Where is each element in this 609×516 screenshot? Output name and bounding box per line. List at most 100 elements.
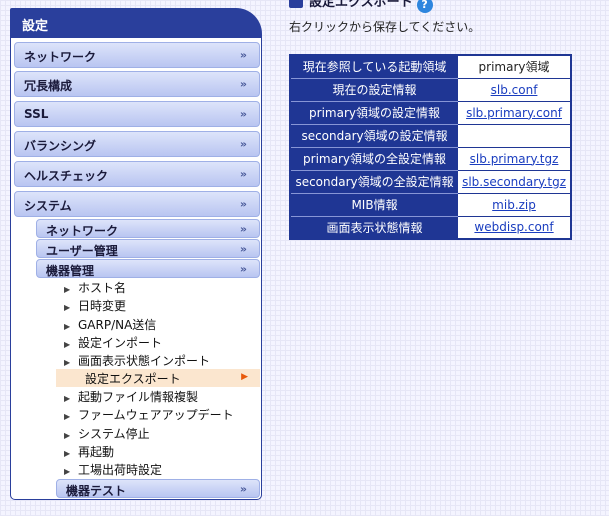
download-link-mib-zip[interactable]: mib.zip — [492, 198, 536, 212]
chevron-down-icon: » — [239, 242, 247, 255]
row-value — [458, 124, 571, 148]
table-row: primary領域の設定情報 slb.primary.conf — [290, 101, 571, 125]
sidebar-item-health-check[interactable]: ヘルスチェック » — [14, 161, 260, 187]
help-icon[interactable]: ? — [416, 0, 433, 13]
triangle-right-icon: ▶ — [64, 303, 71, 312]
sidebar-item-network[interactable]: ネットワーク » — [14, 42, 260, 68]
sidebar-subitem-label: ユーザー管理 — [46, 244, 118, 258]
row-label: 現在参照している起動領域 — [290, 55, 459, 79]
row-label: 画面表示状態情報 — [290, 216, 459, 240]
sidebar-item-balancing[interactable]: バランシング » — [14, 131, 260, 157]
row-value: primary領域 — [458, 55, 571, 79]
sidebar-item-label: バランシング — [24, 139, 97, 153]
row-label: secondary領域の設定情報 — [290, 124, 459, 148]
sidebar-item-label: SSL — [24, 107, 49, 121]
triangle-right-icon: ▶ — [64, 394, 71, 403]
page-title: 設定エクスポート? — [289, 0, 433, 13]
triangle-right-icon: ▶ — [64, 412, 71, 421]
sidebar-item-label: 冗長構成 — [24, 79, 73, 93]
table-row: 現在の設定情報 slb.conf — [290, 78, 571, 102]
table-row: 現在参照している起動領域 primary領域 — [290, 55, 571, 79]
sidebar-subitem-user-management[interactable]: ユーザー管理 » — [36, 239, 260, 258]
export-table: 現在参照している起動領域 primary領域 現在の設定情報 slb.conf … — [289, 54, 572, 240]
sidebar-leaf-garp-na[interactable]: ▶ GARP/NA送信 — [64, 315, 156, 333]
triangle-right-icon: ▶ — [64, 467, 71, 476]
sidebar-leaf-label: 起動ファイル情報複製 — [78, 390, 199, 404]
sidebar-leaf-label: GARP/NA送信 — [78, 318, 157, 332]
row-label: primary領域の設定情報 — [290, 101, 459, 125]
download-link-slb-primary-conf[interactable]: slb.primary.conf — [466, 106, 562, 120]
sidebar-leaf-label: システム停止 — [78, 427, 150, 441]
row-label: secondary領域の全設定情報 — [290, 170, 459, 194]
triangle-right-icon: ▶ — [64, 340, 71, 349]
sidebar-item-label: ネットワーク — [24, 50, 97, 64]
sidebar-leaf-factory-reset[interactable]: ▶ 工場出荷時設定 — [64, 460, 162, 478]
sidebar-title: 設定 — [10, 8, 262, 38]
chevron-down-icon: » — [239, 137, 247, 151]
sidebar-subitem-label: 機器テスト — [66, 484, 127, 498]
sidebar-leaf-reboot[interactable]: ▶ 再起動 — [64, 442, 114, 460]
triangle-right-icon: ▶ — [64, 431, 71, 440]
triangle-right-icon: ▶ — [64, 285, 71, 294]
table-row: secondary領域の設定情報 — [290, 124, 571, 148]
title-marker-icon — [289, 0, 303, 8]
sidebar-item-label: ヘルスチェック — [24, 169, 109, 183]
triangle-right-icon: ▶ — [64, 358, 71, 367]
row-value-cell: slb.primary.tgz — [458, 147, 571, 171]
download-link-slb-primary-tgz[interactable]: slb.primary.tgz — [470, 152, 559, 166]
sidebar-leaf-datetime[interactable]: ▶ 日時変更 — [64, 296, 126, 314]
sidebar-leaf-hostname[interactable]: ▶ ホスト名 — [64, 278, 126, 296]
table-row: 画面表示状態情報 webdisp.conf — [290, 216, 571, 240]
sidebar-leaf-config-export[interactable]: 設定エクスポート ▶ — [56, 369, 260, 387]
sidebar-leaf-label: 画面表示状態インポート — [78, 354, 211, 368]
sidebar-leaf-boot-file-copy[interactable]: ▶ 起動ファイル情報複製 — [64, 387, 198, 405]
download-link-webdisp-conf[interactable]: webdisp.conf — [474, 220, 553, 234]
sidebar-leaf-label: ホスト名 — [78, 281, 127, 295]
sidebar-leaf-config-import[interactable]: ▶ 設定インポート — [64, 333, 162, 351]
chevron-down-icon: » — [239, 197, 247, 211]
sidebar-leaf-label: 設定エクスポート — [85, 372, 181, 386]
sidebar-leaf-label: 設定インポート — [78, 336, 163, 350]
row-label: 現在の設定情報 — [290, 78, 459, 102]
sidebar-item-redundancy[interactable]: 冗長構成 » — [14, 71, 260, 97]
sidebar-subitem-device-test[interactable]: 機器テスト » — [56, 479, 260, 498]
sidebar-item-ssl[interactable]: SSL » — [14, 101, 260, 127]
row-value-cell: slb.primary.conf — [458, 101, 571, 125]
chevron-down-icon: » — [239, 262, 247, 275]
table-row: primary領域の全設定情報 slb.primary.tgz — [290, 147, 571, 171]
row-value-cell: mib.zip — [458, 193, 571, 217]
sidebar-subitem-network[interactable]: ネットワーク » — [36, 219, 260, 238]
sidebar-leaf-system-shutdown[interactable]: ▶ システム停止 — [64, 424, 150, 442]
download-link-slb-secondary-tgz[interactable]: slb.secondary.tgz — [462, 175, 566, 189]
row-value-cell: webdisp.conf — [458, 216, 571, 240]
sidebar-leaf-label: 日時変更 — [78, 299, 127, 313]
triangle-right-icon: ▶ — [64, 322, 71, 331]
row-label: MIB情報 — [290, 193, 459, 217]
chevron-down-icon: » — [239, 48, 247, 62]
row-value-cell: slb.secondary.tgz — [458, 170, 571, 194]
download-link-slb-conf[interactable]: slb.conf — [491, 83, 538, 97]
sidebar-item-label: システム — [24, 199, 72, 213]
sidebar-menu: ネットワーク » 冗長構成 » SSL » バランシング » ヘルスチェック »… — [10, 38, 262, 500]
sidebar-item-system[interactable]: システム » — [14, 191, 260, 217]
chevron-down-icon: » — [239, 77, 247, 91]
sidebar-subitem-label: 機器管理 — [46, 264, 95, 278]
sidebar-leaf-label: ファームウェアアップデート — [78, 408, 234, 422]
active-arrow-icon: ▶ — [241, 372, 248, 382]
chevron-down-icon: » — [239, 167, 247, 181]
page-title-text: 設定エクスポート — [309, 0, 413, 10]
row-label: primary領域の全設定情報 — [290, 147, 459, 171]
chevron-down-icon: » — [239, 107, 247, 121]
chevron-down-icon: » — [239, 222, 247, 235]
sidebar-leaf-firmware-update[interactable]: ▶ ファームウェアアップデート — [64, 405, 234, 423]
sidebar-subitem-device-management[interactable]: 機器管理 » — [36, 259, 260, 278]
triangle-right-icon: ▶ — [64, 449, 71, 458]
page-instruction: 右クリックから保存してください。 — [289, 20, 481, 34]
chevron-down-icon: » — [239, 482, 247, 495]
table-row: MIB情報 mib.zip — [290, 193, 571, 217]
table-row: secondary領域の全設定情報 slb.secondary.tgz — [290, 170, 571, 194]
row-value-cell: slb.conf — [458, 78, 571, 102]
sidebar-leaf-label: 再起動 — [78, 445, 115, 459]
sidebar-leaf-display-state-import[interactable]: ▶ 画面表示状態インポート — [64, 351, 210, 369]
sidebar-leaf-label: 工場出荷時設定 — [78, 463, 163, 477]
